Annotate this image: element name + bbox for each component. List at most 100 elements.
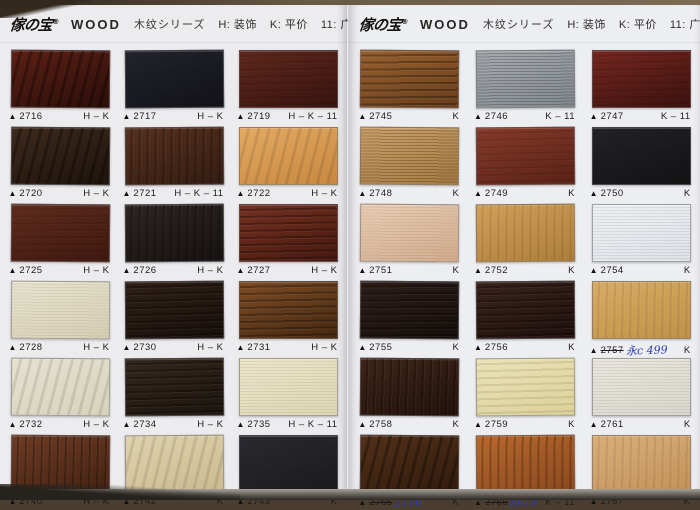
triangle-marker-icon: ▲ <box>358 112 366 121</box>
wood-swatch <box>124 204 223 263</box>
triangle-marker-icon: ▲ <box>9 266 17 275</box>
triangle-marker-icon: ▲ <box>474 189 482 198</box>
wood-swatch <box>592 127 691 185</box>
swatch-cell: ▲ 2761 K <box>583 355 699 432</box>
catalog-photo: 傢の宝® WOOD 木纹シリーズ H: 装饰 K: 平价 11: 广告软片 ▲ … <box>0 0 700 500</box>
swatch-cell: ▲ 2728 H – K <box>3 278 117 355</box>
swatch-label: ▲ 2756 K <box>474 342 577 353</box>
swatch-number: 2754 <box>601 265 624 276</box>
swatch-label: ▲ 2752 K <box>474 265 577 276</box>
swatch-label: ▲ 2717 H – K <box>123 111 226 122</box>
swatch-number: 2717 <box>133 111 156 122</box>
swatch-code: H – K <box>83 188 111 199</box>
triangle-marker-icon: ▲ <box>123 266 131 275</box>
wood-swatch <box>239 358 338 416</box>
swatch-grid-right: ▲ 2745 K ▲ 2746 K – 11 ▲ 2747 K – 11 ▲ 2… <box>349 43 700 509</box>
swatch-cell: ▲ 2748 K <box>352 124 468 201</box>
swatch-code: H – K <box>83 265 111 276</box>
swatch-code: H – K <box>311 265 339 276</box>
triangle-marker-icon: ▲ <box>358 189 366 198</box>
swatch-number: 2735 <box>247 419 270 430</box>
swatch-label: ▲ 2745 K <box>358 111 461 122</box>
swatch-number: 2721 <box>133 188 156 199</box>
wood-swatch <box>592 435 691 493</box>
swatch-cell: ▲ 2756 K <box>468 278 584 355</box>
swatch-label: ▲ 2735 H – K – 11 <box>237 419 340 430</box>
triangle-marker-icon: ▲ <box>358 343 366 352</box>
swatch-number: 2746 <box>485 111 508 122</box>
swatch-number: 2728 <box>19 342 42 353</box>
wood-swatch <box>360 358 460 417</box>
swatch-number: 2752 <box>485 265 508 276</box>
photo-top-edge <box>0 0 700 5</box>
swatch-cell: ▲ 2747 K – 11 <box>583 47 699 124</box>
brand-logo: 傢の宝® <box>358 14 408 35</box>
swatch-code: K <box>452 342 461 353</box>
brand-wood-label: WOOD <box>420 17 470 32</box>
swatch-label: ▲ 2751 K <box>358 265 461 276</box>
swatch-code: K <box>568 188 577 199</box>
swatch-label: ▲ 2730 H – K <box>123 342 226 353</box>
swatch-cell: ▲ 2754 K <box>583 201 699 278</box>
swatch-label: ▲ 2748 K <box>358 188 461 199</box>
swatch-code: H – K – 11 <box>288 111 339 122</box>
triangle-marker-icon: ▲ <box>590 189 598 198</box>
wood-swatch <box>239 127 338 185</box>
swatch-number: 2745 <box>369 111 392 122</box>
triangle-marker-icon: ▲ <box>123 420 131 429</box>
wood-swatch <box>124 50 223 109</box>
swatch-code: K – 11 <box>545 111 577 122</box>
wood-swatch <box>10 281 110 340</box>
swatch-code: H – K – 11 <box>288 419 339 430</box>
swatch-cell: ▲ 2722 H – K <box>231 124 345 201</box>
triangle-marker-icon: ▲ <box>474 343 482 352</box>
photo-top-left-corner <box>0 0 90 18</box>
wood-swatch <box>239 204 338 262</box>
swatch-cell: ▲ 2732 H – K <box>3 355 117 432</box>
legend-k: K: 平价 <box>270 16 308 32</box>
swatch-label: ▲ 2746 K – 11 <box>474 111 577 122</box>
swatch-cell: ▲ 2720 H – K <box>3 124 117 201</box>
swatch-cell: ▲ 2751 K <box>352 201 468 278</box>
swatch-code: H – K <box>197 342 225 353</box>
catalog-page-left: 傢の宝® WOOD 木纹シリーズ H: 装饰 K: 平价 11: 广告软片 ▲ … <box>0 4 347 491</box>
swatch-cell: ▲ 2719 H – K – 11 <box>231 47 345 124</box>
swatch-label: ▲ 2719 H – K – 11 <box>237 111 340 122</box>
photo-bottom-left-corner <box>0 484 240 500</box>
swatch-number: 2756 <box>485 342 508 353</box>
swatch-cell: ▲ 2746 K – 11 <box>468 47 584 124</box>
triangle-marker-icon: ▲ <box>9 112 17 121</box>
triangle-marker-icon: ▲ <box>474 266 482 275</box>
wood-swatch <box>592 50 691 108</box>
wood-swatch <box>239 50 338 108</box>
swatch-code: H – K <box>311 342 339 353</box>
legend-h: H: 装饰 <box>218 16 257 32</box>
swatch-code: K <box>452 111 461 122</box>
swatch-code: H – K <box>197 419 225 430</box>
wood-swatch <box>476 281 575 340</box>
triangle-marker-icon: ▲ <box>237 420 245 429</box>
swatch-label: ▲ 2731 H – K <box>237 342 340 353</box>
swatch-number: 2748 <box>369 188 392 199</box>
swatch-cell: ▲ 2734 H – K <box>117 355 231 432</box>
swatch-cell: ▲ 2745 K <box>352 47 468 124</box>
swatch-cell: ▲ 2730 H – K <box>117 278 231 355</box>
swatch-label: ▲ 2755 K <box>358 342 461 353</box>
triangle-marker-icon: ▲ <box>9 343 17 352</box>
wood-swatch <box>10 127 110 186</box>
swatch-cell: ▲ 2749 K <box>468 124 584 201</box>
swatch-code: K <box>452 188 461 199</box>
series-label: 木纹シリーズ <box>134 16 205 32</box>
swatch-cell: ▲ 2757 永c 499 K <box>583 278 699 355</box>
swatch-cell: ▲ 2755 K <box>352 278 468 355</box>
swatch-cell: ▲ 2726 H – K <box>117 201 231 278</box>
swatch-label: ▲ 2747 K – 11 <box>590 111 693 122</box>
swatch-grid-left: ▲ 2716 H – K ▲ 2717 H – K ▲ 2719 H – K –… <box>0 43 347 509</box>
swatch-label: ▲ 2721 H – K – 11 <box>123 188 226 199</box>
swatch-code: H – K <box>197 265 225 276</box>
swatch-code: K <box>452 265 461 276</box>
wood-swatch <box>10 204 110 263</box>
handwritten-number: 永c 499 <box>625 341 667 358</box>
wood-swatch <box>360 281 460 340</box>
wood-swatch <box>592 358 691 416</box>
